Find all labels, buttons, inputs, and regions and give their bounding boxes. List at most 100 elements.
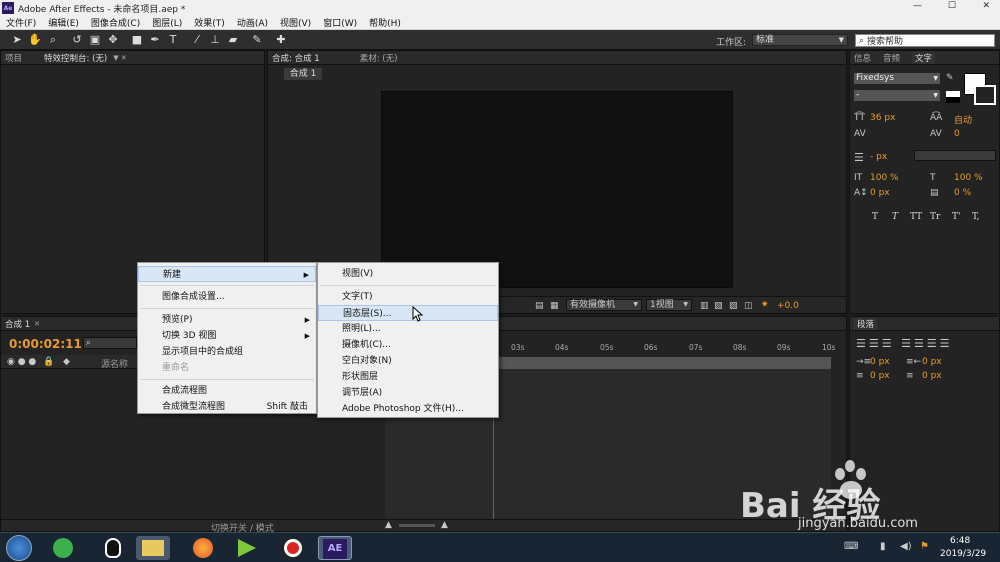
space-before-value[interactable]: 0 px [870, 371, 890, 381]
menu-item-new[interactable]: 新建 ▶ [138, 266, 316, 282]
label-icon[interactable]: ◆ [63, 357, 70, 367]
menu-file[interactable]: 文件(F) [0, 16, 42, 29]
tab-info[interactable]: 信息 [854, 52, 871, 64]
fast-preview-icon[interactable]: ▧ [714, 301, 723, 311]
toggle-pixel-icon[interactable]: ▥ [700, 301, 709, 311]
tray-flag-icon[interactable]: ⚑ [920, 541, 929, 552]
baseline-shift-value[interactable]: 0 px [870, 188, 890, 198]
tab-effect-controls[interactable]: 特效控制台: (无) [44, 52, 107, 64]
taskbar-app-qq[interactable] [96, 536, 130, 560]
stroke-width-value[interactable]: - px [870, 152, 887, 162]
timeline-search-input[interactable]: ⌕ [83, 337, 137, 349]
taskbar-app-after-effects[interactable]: AE [318, 536, 352, 560]
tab-text[interactable]: 文字 [912, 51, 936, 64]
exposure-value[interactable]: +0.0 [777, 301, 799, 311]
clone-stamp-tool-icon[interactable]: ⊥ [208, 33, 222, 47]
submenu-item-camera[interactable]: 摄像机(C)... [318, 337, 498, 353]
submenu-item-viewer[interactable]: 视图(V) [318, 266, 498, 282]
menu-item-preview[interactable]: 预览(P) ▶ [138, 312, 316, 328]
font-size-value[interactable]: 36 px [870, 113, 895, 123]
menu-help[interactable]: 帮助(H) [363, 16, 407, 29]
submenu-item-text[interactable]: 文字(T) [318, 289, 498, 305]
font-family-dropdown[interactable]: Fixedsys ▼ [854, 73, 940, 84]
brush-tool-icon[interactable]: ⁄ [190, 33, 204, 47]
keyboard-icon[interactable]: ⌨ [844, 541, 858, 552]
space-after-value[interactable]: 0 px [922, 371, 942, 381]
taskbar-app-media[interactable] [230, 536, 264, 560]
text-tool-icon[interactable]: T [166, 33, 180, 47]
rectangle-tool-icon[interactable]: ■ [130, 33, 144, 47]
superscript-button[interactable]: T' [952, 212, 960, 222]
tab-project[interactable]: 项目 [5, 52, 22, 64]
camera-tool-icon[interactable]: ▣ [88, 33, 102, 47]
align-buttons-icon[interactable]: ☰☰☰ ☰☰☰☰ [856, 337, 953, 350]
close-icon[interactable]: ✕ [34, 320, 40, 328]
selection-tool-icon[interactable]: ➤ [10, 33, 24, 47]
fill-black-swatch[interactable] [946, 97, 960, 103]
font-style-dropdown[interactable]: - ▼ [854, 90, 940, 101]
small-caps-button[interactable]: Tr [930, 212, 940, 222]
exposure-icon[interactable]: ✷ [761, 300, 769, 310]
indent-right-value[interactable]: 0 px [922, 357, 942, 367]
pen-tool-icon[interactable]: ✒ [148, 33, 162, 47]
leading-value[interactable]: 自动 [954, 113, 972, 126]
eraser-tool-icon[interactable]: ▰ [226, 33, 240, 47]
eyedropper-icon[interactable]: ✎ [946, 73, 954, 83]
clock-time[interactable]: 6:48 [950, 536, 970, 546]
minimize-button[interactable]: — [913, 1, 922, 11]
clock-date[interactable]: 2019/3/29 [940, 549, 986, 559]
time-ruler[interactable]: 03s 04s 05s 06s 07s 08s 09s 10s [511, 343, 841, 355]
stroke-color-swatch[interactable] [974, 85, 996, 105]
submenu-item-solid[interactable]: 固态层(S)... [318, 305, 498, 321]
menu-composition[interactable]: 图像合成(C) [85, 16, 146, 29]
roto-brush-tool-icon[interactable]: ✎ [250, 33, 264, 47]
submenu-item-adjustment-layer[interactable]: 调节层(A) [318, 385, 498, 401]
menu-item-mini-flowchart[interactable]: 合成微型流程图 Shift 敲击 [138, 399, 316, 415]
menu-view[interactable]: 视图(V) [274, 16, 317, 29]
workspace-dropdown[interactable]: 标准 ▼ [752, 34, 848, 46]
menu-animation[interactable]: 动画(A) [231, 16, 274, 29]
visibility-icon[interactable]: ◉ ● ● [7, 357, 36, 367]
menu-effect[interactable]: 效果(T) [188, 16, 231, 29]
menu-edit[interactable]: 编辑(E) [42, 16, 85, 29]
faux-italic-button[interactable]: T [892, 212, 898, 222]
start-button[interactable] [6, 535, 32, 561]
taskbar-app-firefox[interactable] [186, 536, 220, 560]
submenu-item-null-object[interactable]: 空白对象(N) [318, 353, 498, 369]
zoom-tool-icon[interactable]: ⌕ [46, 33, 60, 47]
network-icon[interactable]: ▮ [880, 541, 886, 552]
menu-item-reveal-comp[interactable]: 显示项目中的合成组 [138, 344, 316, 360]
flowchart-icon[interactable]: ▨ [729, 301, 738, 311]
zoom-in-icon[interactable]: ▲ [441, 520, 448, 530]
hand-tool-icon[interactable]: ✋ [28, 33, 42, 47]
camera-dropdown[interactable]: 有效摄像机 ▼ [566, 299, 642, 311]
volume-icon[interactable]: ◀) [900, 541, 912, 552]
tab-footage[interactable]: 素材: (无) [360, 52, 398, 64]
faux-bold-button[interactable]: T [872, 212, 878, 222]
grid-toggle-icon[interactable]: ▤ [535, 301, 544, 311]
taskbar-app-360[interactable] [46, 536, 80, 560]
submenu-item-photoshop-file[interactable]: Adobe Photoshop 文件(H)... [318, 401, 498, 417]
subscript-button[interactable]: T, [972, 212, 980, 222]
vertical-scale-value[interactable]: 100 % [870, 173, 899, 183]
rotate-tool-icon[interactable]: ↺ [70, 33, 84, 47]
taskbar-app-recorder[interactable] [276, 536, 310, 560]
indent-left-value[interactable]: 0 px [870, 357, 890, 367]
comp-viewer-canvas[interactable] [381, 91, 733, 288]
search-help-input[interactable]: ⌕ 搜索帮助 [855, 34, 995, 47]
close-button[interactable]: ✕ [982, 1, 990, 11]
tab-composition[interactable]: 合成: 合成 1 [272, 52, 320, 64]
stroke-type-dropdown[interactable] [914, 150, 996, 161]
tracking-value[interactable]: 0 [954, 129, 960, 139]
tab-timeline-comp[interactable]: 合成 1 [5, 318, 30, 330]
menu-item-comp-settings[interactable]: 图像合成设置... [138, 289, 316, 305]
menu-item-flowchart[interactable]: 合成流程图 [138, 383, 316, 399]
horizontal-scale-value[interactable]: 100 % [954, 173, 983, 183]
menu-window[interactable]: 窗口(W) [317, 16, 363, 29]
tab-paragraph[interactable]: 段落 [854, 317, 878, 330]
maximize-button[interactable]: ☐ [948, 1, 956, 11]
tsume-value[interactable]: 0 % [954, 188, 971, 198]
zoom-slider[interactable] [399, 524, 435, 527]
tab-audio[interactable]: 音频 [883, 52, 900, 64]
submenu-item-shape-layer[interactable]: 形状图层 [318, 369, 498, 385]
